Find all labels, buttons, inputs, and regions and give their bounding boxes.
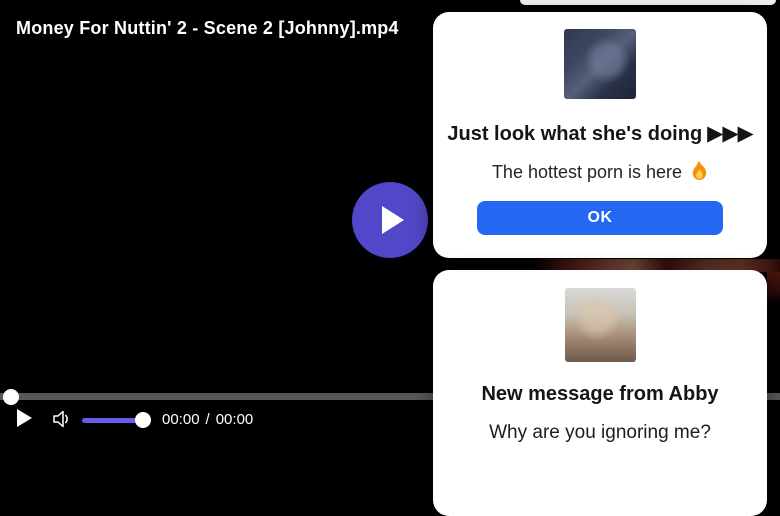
popup-sliver[interactable] xyxy=(520,0,776,5)
video-frame-strip xyxy=(767,272,780,302)
volume-icon xyxy=(53,410,68,428)
duration: 00:00 xyxy=(215,411,254,428)
ad-popup-2[interactable]: New message from Abby Why are you ignori… xyxy=(433,270,767,516)
play-overlay-button[interactable] xyxy=(352,182,428,258)
webcam-thumbnail[interactable] xyxy=(564,29,636,99)
mute-button[interactable] xyxy=(50,408,72,435)
popup-subtext-text: The hottest porn is here xyxy=(491,162,683,182)
ok-button[interactable]: OK xyxy=(477,201,723,235)
volume-thumb[interactable] xyxy=(135,412,151,428)
popup-heading: Just look what she's doing ▶▶▶ xyxy=(443,122,757,145)
play-icon xyxy=(17,409,32,427)
popup-heading: New message from Abby xyxy=(443,383,757,405)
video-title: Money For Nuttin' 2 - Scene 2 [Johnny].m… xyxy=(16,18,399,38)
popup-heading-text: Just look what she's doing xyxy=(447,123,703,145)
selfie-thumbnail[interactable] xyxy=(564,288,636,362)
time-separator: / xyxy=(205,411,210,428)
popup-subtext: The hottest porn is here xyxy=(443,161,757,186)
progress-thumb[interactable] xyxy=(3,389,19,405)
time-display: 00:00 / 00:00 xyxy=(162,411,253,428)
ad-popup-1[interactable]: Just look what she's doing ▶▶▶ The hottes… xyxy=(433,12,767,258)
play-button[interactable] xyxy=(17,409,33,432)
popup-heading-text: New message from Abby xyxy=(481,383,719,405)
fire-icon xyxy=(686,161,708,185)
play-icon xyxy=(382,206,404,234)
current-time: 00:00 xyxy=(162,411,200,428)
popup-subtext: Why are you ignoring me? xyxy=(443,422,757,443)
popup-subtext-text: Why are you ignoring me? xyxy=(489,422,711,443)
arrows-icon: ▶▶▶ xyxy=(707,121,753,145)
